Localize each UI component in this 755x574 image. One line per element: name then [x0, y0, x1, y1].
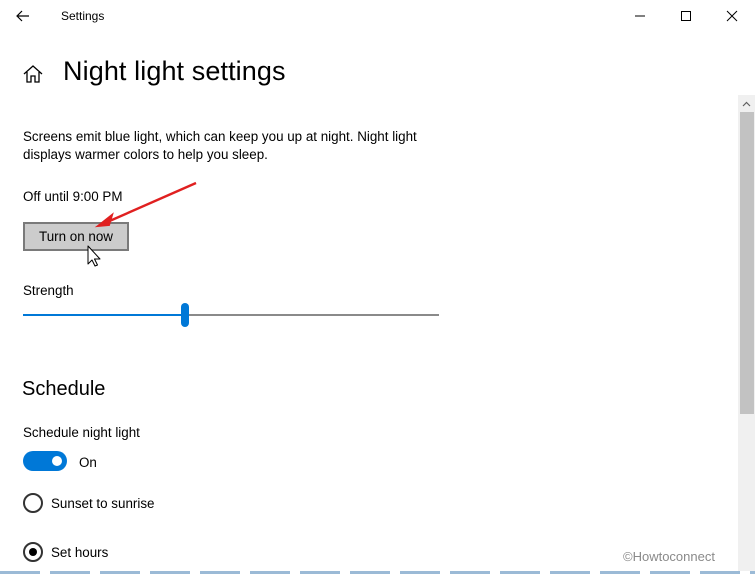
- strength-slider[interactable]: [23, 303, 439, 327]
- set-hours-radio[interactable]: [23, 542, 43, 562]
- window-title: Settings: [61, 9, 105, 23]
- back-button[interactable]: [6, 4, 40, 28]
- watermark: ©Howtoconnect: [623, 549, 715, 564]
- scroll-up-button[interactable]: [738, 95, 755, 112]
- sunset-to-sunrise-radio[interactable]: [23, 493, 43, 513]
- home-icon[interactable]: [22, 63, 44, 85]
- maximize-icon: [681, 11, 691, 21]
- schedule-toggle[interactable]: [23, 451, 67, 471]
- set-hours-label[interactable]: Set hours: [51, 545, 108, 560]
- strength-label: Strength: [23, 283, 74, 298]
- page-title: Night light settings: [63, 56, 286, 86]
- toggle-state-label: On: [79, 455, 97, 470]
- schedule-night-light-label: Schedule night light: [23, 425, 140, 440]
- chevron-up-icon: [742, 101, 751, 106]
- minimize-button[interactable]: [617, 0, 663, 32]
- close-button[interactable]: [709, 0, 755, 32]
- annotation-arrow: [87, 181, 197, 267]
- scrollbar-thumb[interactable]: [740, 112, 754, 414]
- title-bar: Settings: [0, 0, 755, 32]
- back-arrow-icon: [16, 10, 29, 22]
- toggle-knob: [52, 456, 62, 466]
- sunset-to-sunrise-label[interactable]: Sunset to sunrise: [51, 496, 154, 511]
- description-text: Screens emit blue light, which can keep …: [23, 129, 417, 162]
- maximize-button[interactable]: [663, 0, 709, 32]
- slider-track-fill: [23, 314, 185, 316]
- schedule-heading: Schedule: [22, 378, 106, 400]
- mouse-cursor-icon: [87, 245, 101, 267]
- close-icon: [726, 10, 738, 22]
- radio-selected-dot: [29, 548, 37, 556]
- slider-thumb[interactable]: [181, 303, 189, 327]
- minimize-icon: [635, 15, 645, 17]
